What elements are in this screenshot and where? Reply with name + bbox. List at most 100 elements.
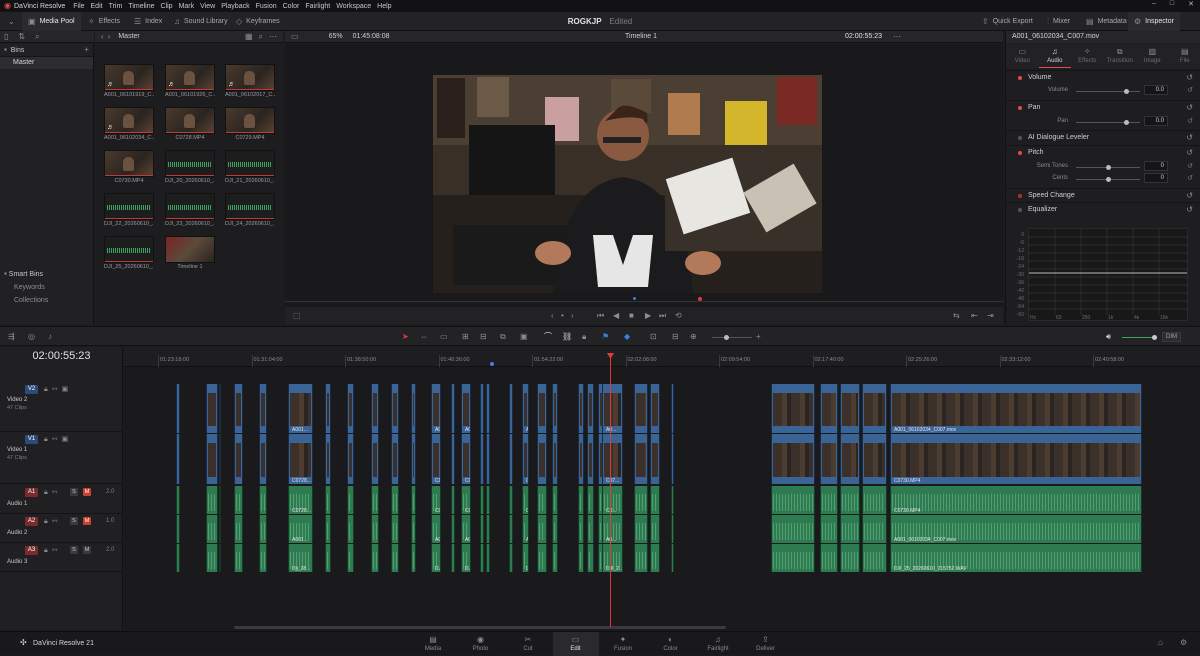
media-pool-clip[interactable]: DJI_25_20260610_...: [104, 236, 154, 270]
jog-left-icon[interactable]: ‹: [551, 312, 554, 320]
media-pool-clip[interactable]: DJI_20_20260610_...: [165, 150, 215, 184]
audio-clip[interactable]: [371, 544, 379, 572]
video-clip[interactable]: C0728...: [288, 434, 313, 484]
video-clip[interactable]: [820, 434, 838, 484]
audio-clip[interactable]: [509, 544, 513, 572]
menu-trim[interactable]: Trim: [106, 3, 126, 10]
audio-clip[interactable]: [234, 544, 243, 572]
reset-icon[interactable]: ↺: [1186, 104, 1193, 112]
video-clip[interactable]: [634, 384, 648, 433]
zoom-in-icon[interactable]: +: [756, 333, 761, 341]
go-to-end-icon[interactable]: ⏭: [659, 312, 666, 320]
video-clip[interactable]: [509, 384, 513, 433]
list-view-icon[interactable]: ▯: [4, 33, 8, 41]
video-clip[interactable]: [587, 384, 594, 433]
audio-clip[interactable]: C0730.MP4: [890, 486, 1142, 514]
audio-clip[interactable]: [391, 486, 399, 514]
audio-clip[interactable]: [509, 515, 513, 543]
track-control-icons[interactable]: 🔒︎⇿▣: [44, 435, 72, 444]
audio-clip[interactable]: [259, 515, 267, 543]
video-clip[interactable]: A00...: [431, 384, 441, 433]
track-header-v1[interactable]: V1🔒︎⇿▣Video 147 Clips: [0, 432, 123, 484]
jog-dot-icon[interactable]: •: [561, 312, 564, 320]
metadata-button[interactable]: ▤Metadata: [1080, 12, 1133, 31]
video-clip[interactable]: [480, 434, 484, 484]
sort-icon[interactable]: ⇅: [18, 33, 25, 41]
minimize-button[interactable]: –: [1152, 0, 1156, 8]
audio-clip[interactable]: [862, 544, 887, 572]
stop-icon[interactable]: ■: [629, 312, 634, 320]
audio-clip[interactable]: [219, 515, 221, 543]
mute-button[interactable]: M: [83, 546, 91, 554]
zoom-knob[interactable]: [724, 335, 729, 340]
audio-clip[interactable]: [552, 544, 558, 572]
equalizer-section[interactable]: Equalizer↺: [1006, 202, 1200, 216]
menu-view[interactable]: View: [197, 3, 218, 10]
audio-clip[interactable]: [840, 544, 860, 572]
audio-clip[interactable]: [480, 515, 484, 543]
video-clip[interactable]: [391, 384, 399, 433]
timeline-ruler[interactable]: 01:23:18:0001:31:04:0001:38:50:0001:46:3…: [124, 347, 1200, 367]
trim-tool-icon[interactable]: ⇔: [420, 333, 428, 341]
speaker-icon[interactable]: 🔊︎: [1106, 333, 1111, 341]
video-clip[interactable]: C...: [522, 434, 529, 484]
playhead[interactable]: [610, 355, 611, 627]
menu-playback[interactable]: Playback: [218, 3, 252, 10]
audio-clip[interactable]: DJI_21...: [522, 544, 529, 572]
video-clip[interactable]: [771, 384, 815, 433]
video-clip[interactable]: [176, 434, 180, 484]
audio-clip[interactable]: DJI_2...: [602, 544, 623, 572]
audio-clip[interactable]: DJI...: [461, 544, 471, 572]
jog-right-icon[interactable]: ›: [571, 312, 574, 320]
audio-clip[interactable]: [325, 515, 331, 543]
pan-knob[interactable]: [1124, 120, 1129, 125]
video-clip[interactable]: A001...: [288, 384, 313, 433]
zoom-custom-icon[interactable]: ⊕: [690, 333, 697, 341]
video-clip[interactable]: [206, 384, 218, 433]
pan-slider[interactable]: [1076, 122, 1140, 123]
overwrite-clip-icon[interactable]: ⊟: [480, 333, 487, 341]
video-clip[interactable]: [537, 384, 547, 433]
audio-clip[interactable]: [840, 486, 860, 514]
track-tag[interactable]: V2: [25, 385, 38, 394]
video-clip[interactable]: [671, 434, 674, 484]
video-clip[interactable]: [840, 434, 860, 484]
media-pool-clip[interactable]: ♬A001_06102017_C...: [225, 64, 275, 98]
menu-fusion[interactable]: Fusion: [253, 3, 280, 10]
loop-icon[interactable]: ⟲: [675, 312, 682, 320]
semi-tones-slider[interactable]: [1076, 167, 1140, 168]
video-clip[interactable]: [347, 384, 354, 433]
audio-clip[interactable]: [411, 515, 416, 543]
menu-mark[interactable]: Mark: [176, 3, 198, 10]
video-clip[interactable]: [552, 384, 558, 433]
audio-clip[interactable]: [578, 544, 584, 572]
audio-clip[interactable]: [862, 515, 887, 543]
viewer-layout-icon[interactable]: ▭: [291, 33, 299, 41]
audio-clip[interactable]: [206, 515, 218, 543]
track-header-a2[interactable]: A2🔒︎⇿SM1.0Audio 2: [0, 514, 123, 543]
sound-library-button[interactable]: ♫Sound Library: [168, 12, 234, 31]
video-clip[interactable]: [371, 384, 379, 433]
audio-clip[interactable]: A0...: [486, 515, 490, 543]
menu-timeline[interactable]: Timeline: [125, 3, 157, 10]
audio-clip[interactable]: A0...: [602, 515, 623, 543]
media-pool-button[interactable]: ▣Media Pool: [22, 12, 81, 31]
audio-clip[interactable]: A00...: [461, 515, 471, 543]
audio-clip[interactable]: [451, 515, 455, 543]
page-tab-cut[interactable]: ✂Cut: [505, 632, 551, 656]
video-clip[interactable]: [552, 434, 558, 484]
audio-clip[interactable]: A001_06102034_C007.mov: [890, 515, 1142, 543]
audio-clip[interactable]: [537, 486, 547, 514]
zoom-level[interactable]: 65%: [329, 33, 343, 40]
view-options-icon[interactable]: ◎: [28, 333, 35, 341]
blade-tool-icon[interactable]: ▭: [440, 333, 448, 341]
tab-audio[interactable]: ♫Audio: [1039, 44, 1072, 68]
audio-clip[interactable]: [234, 515, 243, 543]
video-clip[interactable]: C...: [486, 434, 490, 484]
video-clip[interactable]: [578, 384, 584, 433]
volume-slider[interactable]: [1076, 91, 1140, 92]
timeline-tracks[interactable]: 01:23:18:0001:31:04:0001:38:50:0001:46:3…: [124, 347, 1200, 630]
audio-clip[interactable]: [411, 544, 416, 572]
pan-value[interactable]: 0.0: [1144, 116, 1168, 126]
pan-enable-dot[interactable]: [1018, 106, 1022, 110]
